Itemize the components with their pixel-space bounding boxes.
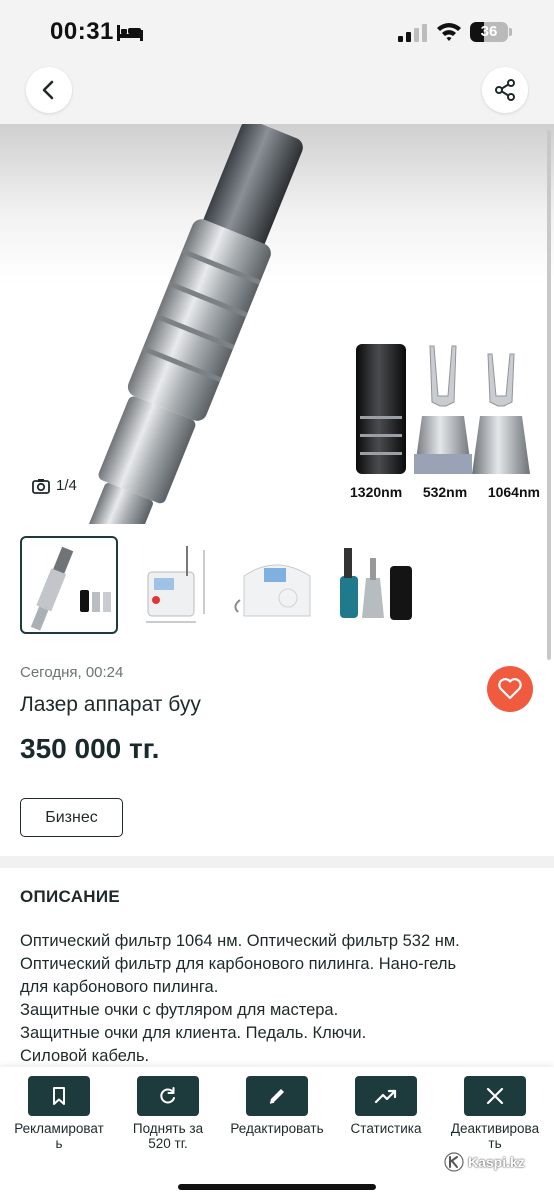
wavelength-label: 1064nm: [487, 484, 540, 500]
thumbnail-image: [340, 548, 412, 620]
statistics-button[interactable]: Статистика: [331, 1076, 441, 1136]
product-photo[interactable]: 1/4 1320nm 532nm 1064nm: [0, 124, 554, 524]
back-button[interactable]: [26, 67, 72, 113]
favorite-button[interactable]: [487, 666, 533, 712]
description-line: для карбонового пилинга.: [20, 978, 219, 996]
deactivate-label: Деактивирова ть: [450, 1121, 540, 1151]
photo-counter-text: 1/4: [56, 477, 77, 494]
business-tag[interactable]: Бизнес: [20, 798, 123, 837]
home-indicator[interactable]: [178, 1184, 376, 1190]
top-nav: [0, 64, 554, 124]
chevron-left-icon: [42, 80, 54, 100]
wavelength-labels: 1320nm 532nm 1064nm: [350, 484, 540, 500]
camera-icon: [32, 478, 50, 494]
signal-icon: [398, 24, 427, 42]
watermark-text: Kaspi.kz: [468, 1154, 525, 1170]
photo-counter: 1/4: [32, 477, 77, 494]
edit-label: Редактировать: [230, 1121, 324, 1136]
thumbnail-image: [30, 546, 111, 631]
status-bar: 00:31 36: [0, 0, 554, 64]
description-text: Оптический фильтр 1064 нм. Оптический фи…: [20, 930, 540, 1068]
raise-label: Поднять за 520 тг.: [132, 1121, 204, 1151]
laser-handpiece-image: [84, 124, 530, 524]
description-line: Оптический фильтр для карбонового пилинг…: [20, 955, 457, 973]
trend-up-icon: [374, 1089, 397, 1104]
share-icon: [495, 79, 515, 101]
thumbnail-strip: [20, 536, 440, 634]
deactivate-button[interactable]: Деактивирова ть: [440, 1076, 550, 1151]
listing-date: Сегодня, 00:24: [20, 664, 124, 681]
description-heading: ОПИСАНИЕ: [20, 887, 121, 906]
refresh-icon: [160, 1087, 175, 1104]
battery-icon: 36: [470, 22, 512, 42]
pencil-icon: [269, 1089, 284, 1104]
share-button[interactable]: [482, 67, 528, 113]
heart-icon: [498, 678, 522, 700]
close-icon: [486, 1087, 504, 1105]
status-time: 00:31: [50, 18, 114, 45]
statistics-label: Статистика: [350, 1121, 422, 1136]
thumbnail-2[interactable]: [124, 536, 222, 634]
thumbnail-3[interactable]: [228, 536, 326, 634]
listing-title: Лазер аппарат буу: [20, 693, 201, 716]
description-line: Защитные очки для клиента. Педаль. Ключи…: [20, 1024, 367, 1042]
wifi-icon: [437, 23, 461, 41]
kaspi-logo-icon: [444, 1152, 464, 1172]
listing-price: 350 000 тг.: [20, 733, 160, 764]
thumbnail-image: [146, 546, 205, 623]
thumbnail-1[interactable]: [20, 536, 118, 634]
wavelength-label: 532nm: [422, 484, 468, 500]
section-divider: [0, 856, 554, 868]
description-line: Оптический фильтр 1064 нм. Оптический фи…: [20, 932, 460, 950]
thumbnail-image: [234, 564, 311, 617]
scroll-indicator[interactable]: [547, 130, 551, 660]
bed-icon: [117, 25, 143, 41]
battery-level: 36: [480, 23, 498, 40]
raise-button[interactable]: Поднять за 520 тг.: [113, 1076, 223, 1151]
description-line: Защитные очки с футляром для мастера.: [20, 1001, 339, 1019]
promote-button[interactable]: Рекламироват ь: [4, 1076, 114, 1151]
wavelength-label: 1320nm: [350, 484, 403, 500]
kaspi-watermark: Kaspi.kz: [444, 1152, 525, 1172]
bookmark-icon: [53, 1087, 65, 1105]
promote-label: Рекламироват ь: [14, 1121, 104, 1151]
description-line: Силовой кабель.: [20, 1047, 150, 1065]
thumbnail-4[interactable]: [332, 536, 430, 634]
edit-button[interactable]: Редактировать: [222, 1076, 332, 1136]
action-bar: Рекламироват ь Поднять за 520 тг. Редакт…: [0, 1067, 554, 1200]
